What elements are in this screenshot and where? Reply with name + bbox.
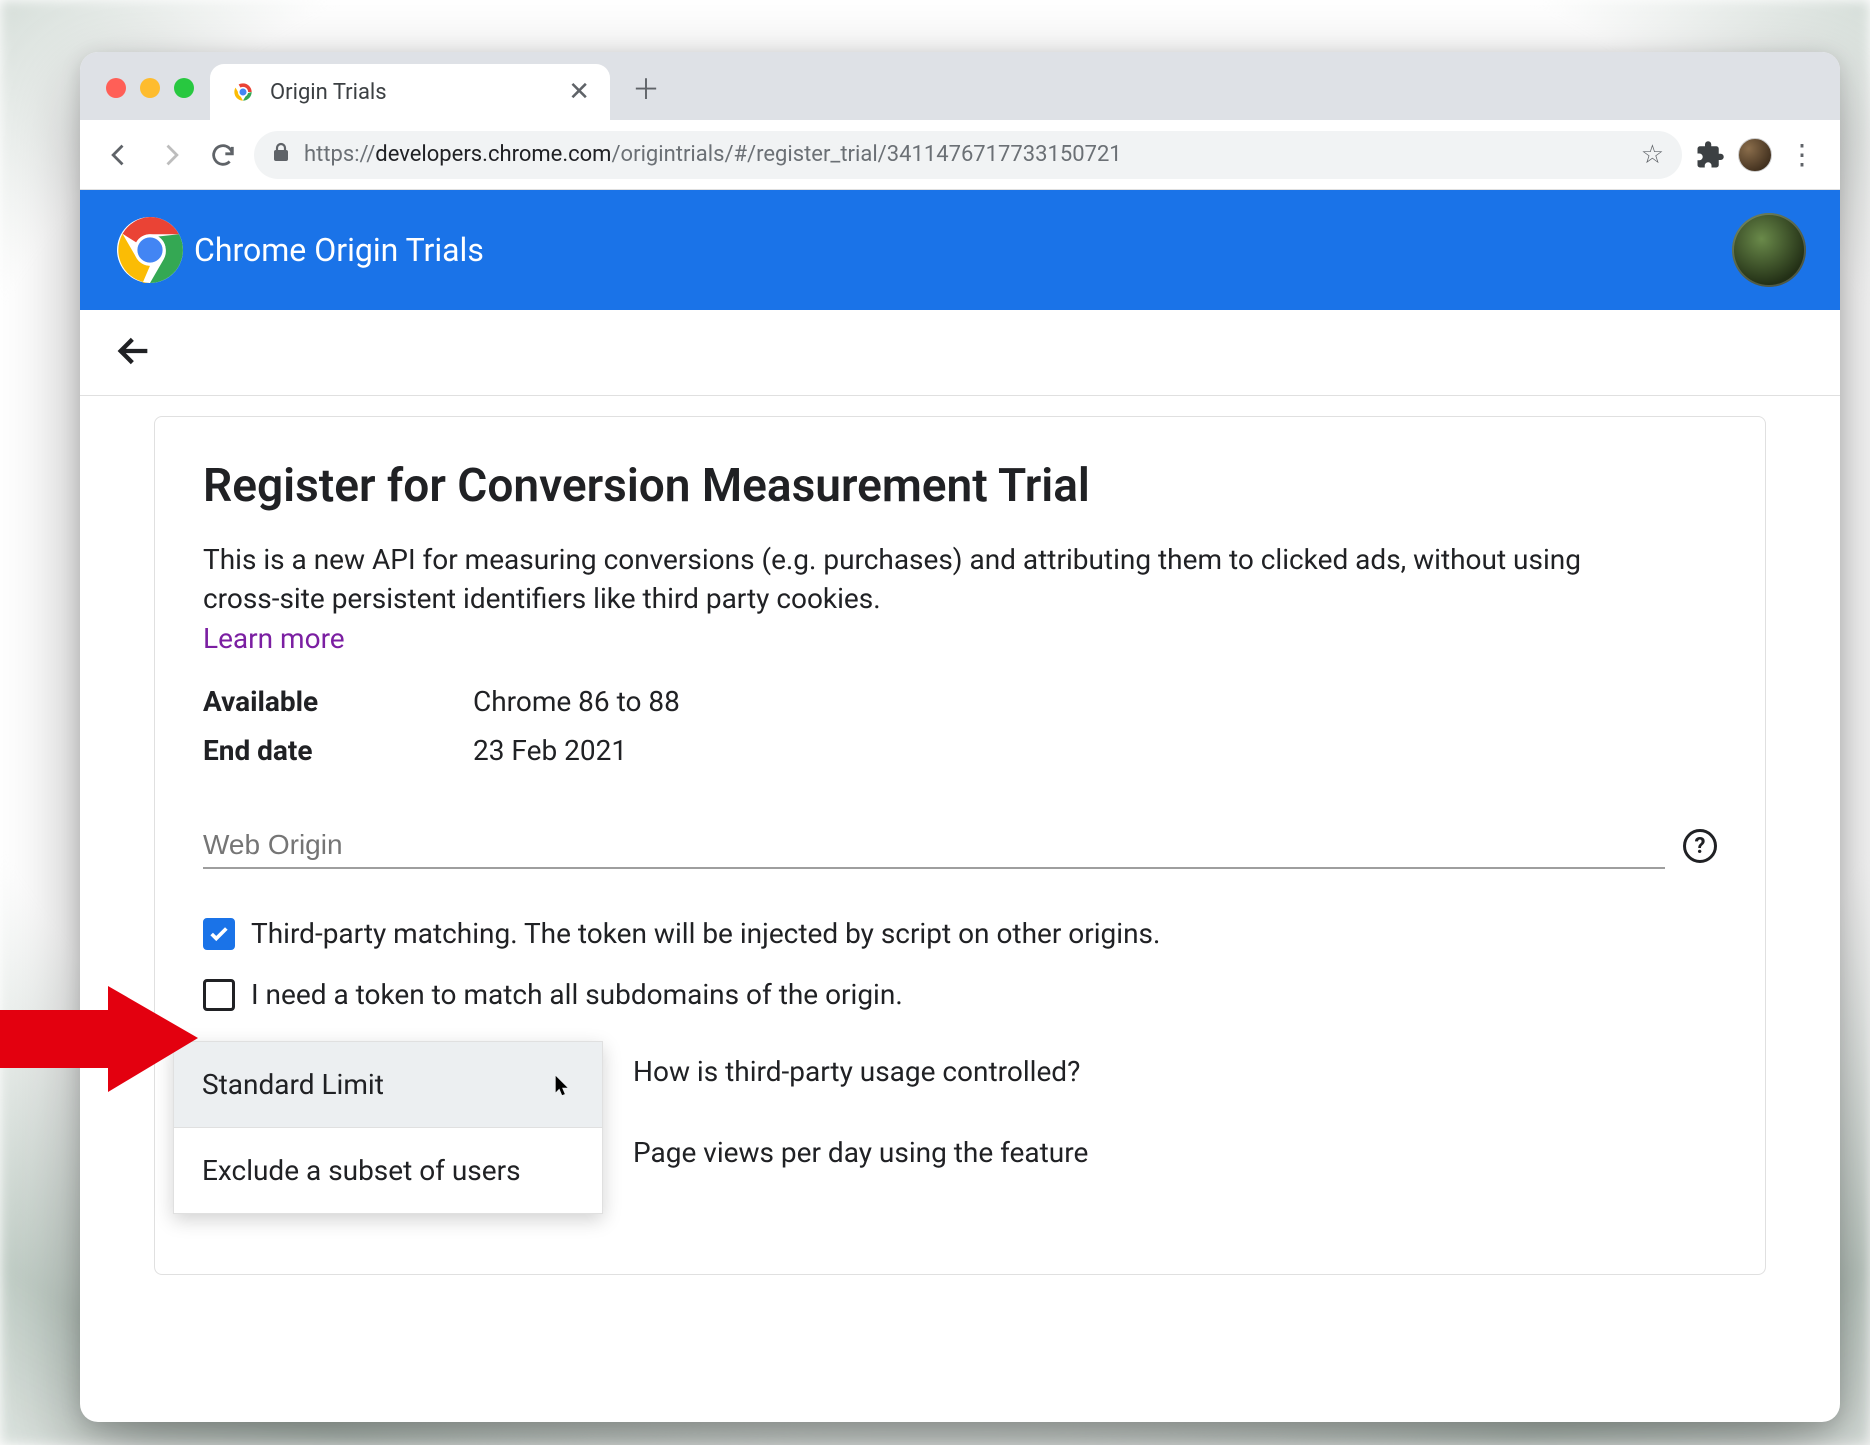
address-bar[interactable]: https://developers.chrome.com/origintria… [254,131,1682,179]
url-path: /origintrials/#/register_trial/341147671… [611,142,1121,167]
checkbox-section: Third-party matching. The token will be … [203,917,1717,1011]
subdomains-label: I need a token to match all subdomains o… [251,978,903,1011]
chrome-favicon-icon [230,79,256,105]
dropdown-option-exclude[interactable]: Exclude a subset of users [174,1128,602,1213]
close-window-button[interactable] [106,78,126,98]
third-party-checkbox-row: Third-party matching. The token will be … [203,917,1717,950]
dropdown-option-exclude-label: Exclude a subset of users [202,1154,521,1187]
usage-questions: How is third-party usage controlled? Pag… [633,1041,1088,1169]
browser-window: Origin Trials ✕ ＋ https://developers.chr… [80,52,1840,1422]
dropdown-option-standard[interactable]: Standard Limit [174,1042,602,1127]
close-tab-icon[interactable]: ✕ [568,77,590,107]
fullscreen-window-button[interactable] [174,78,194,98]
lock-icon [272,142,290,167]
trial-meta: Available Chrome 86 to 88 End date 23 Fe… [203,685,1717,767]
window-controls [106,78,194,98]
question-usage-control: How is third-party usage controlled? [633,1055,1088,1088]
new-tab-button[interactable]: ＋ [628,70,664,106]
tab-strip: Origin Trials ✕ ＋ [80,52,1840,120]
enddate-row: End date 23 Feb 2021 [203,734,1717,767]
mouse-cursor-icon [552,1074,574,1096]
usage-dropdown-area: Standard Limit Exclude a subset of users… [203,1041,1717,1214]
annotation-arrow-icon [0,980,218,1100]
reload-button[interactable] [202,134,244,176]
trial-description: This is a new API for measuring conversi… [203,541,1603,618]
profile-avatar-small[interactable] [1738,138,1772,172]
chrome-logo-icon [114,214,186,286]
url-host: developers.chrome.com [375,142,611,167]
page-back-row [80,310,1840,396]
dropdown-option-standard-label: Standard Limit [202,1068,384,1101]
extensions-icon[interactable] [1692,137,1728,173]
third-party-label: Third-party matching. The token will be … [251,917,1160,950]
available-value: Chrome 86 to 88 [473,685,680,718]
enddate-value: 23 Feb 2021 [473,734,627,767]
forward-button[interactable] [150,134,192,176]
subdomains-checkbox-row: I need a token to match all subdomains o… [203,978,1717,1011]
enddate-label: End date [203,734,473,767]
url-scheme: https:// [304,142,375,167]
question-page-views: Page views per day using the feature [633,1136,1088,1169]
browser-toolbar: https://developers.chrome.com/origintria… [80,120,1840,190]
available-label: Available [203,685,473,718]
page-title: Register for Conversion Measurement Tria… [203,459,1717,513]
bookmark-star-icon[interactable]: ☆ [1641,140,1664,170]
third-party-checkbox[interactable] [203,918,235,950]
browser-menu-icon[interactable]: ⋮ [1782,138,1822,171]
back-button[interactable] [98,134,140,176]
browser-tab[interactable]: Origin Trials ✕ [210,64,610,120]
url-text: https://developers.chrome.com/origintria… [304,142,1122,167]
page-back-button[interactable] [114,331,154,375]
appbar-title: Chrome Origin Trials [194,231,484,269]
app-bar: Chrome Origin Trials [80,190,1840,310]
minimize-window-button[interactable] [140,78,160,98]
account-avatar[interactable] [1732,213,1806,287]
help-icon[interactable]: ? [1683,829,1717,863]
learn-more-link[interactable]: Learn more [203,622,1717,655]
tab-title: Origin Trials [270,80,554,105]
web-origin-input[interactable] [203,823,1665,869]
web-origin-field: ? [203,823,1717,869]
usage-limit-dropdown: Standard Limit Exclude a subset of users [173,1041,603,1214]
available-row: Available Chrome 86 to 88 [203,685,1717,718]
registration-card: Register for Conversion Measurement Tria… [154,416,1766,1275]
